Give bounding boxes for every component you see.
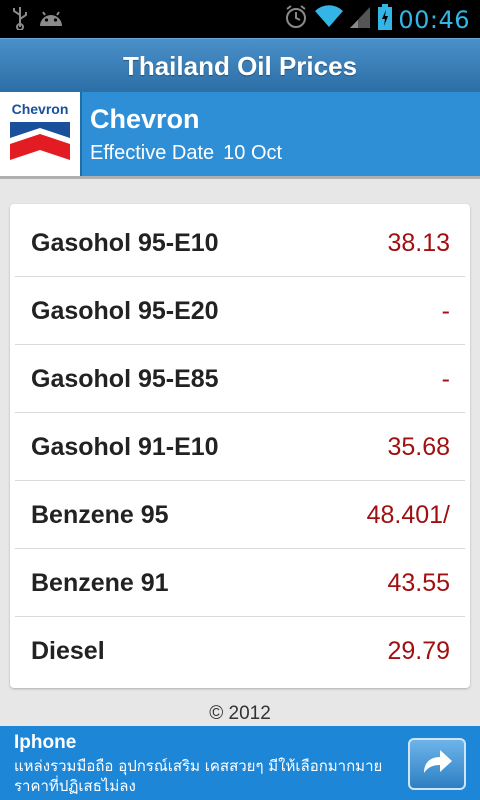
battery-charging-icon [378,4,393,35]
list-item[interactable]: Benzene 91 43.55 [15,549,465,617]
list-item[interactable]: Gasohol 95-E85 - [15,345,465,413]
svg-text:Chevron: Chevron [12,101,69,117]
ad-title: Iphone [14,732,77,753]
fuel-price: 43.55 [387,569,450,597]
fuel-name: Benzene 95 [31,501,169,529]
fuel-price: 29.79 [387,637,450,665]
fuel-name: Gasohol 95-E20 [31,297,219,325]
fuel-price: - [441,297,450,325]
fuel-price: 48.401/ [366,501,450,529]
list-item[interactable]: Gasohol 91-E10 35.68 [15,413,465,481]
ad-description: แหล่งรวมมือถือ อุปกรณ์เสริม เคสสวยๆ มีให… [14,757,383,795]
wifi-icon [314,5,344,34]
ad-banner[interactable]: Iphone แหล่งรวมมือถือ อุปกรณ์เสริม เคสสว… [0,726,480,800]
copyright: © 2012 [209,703,271,724]
alarm-icon [284,4,308,35]
brand-name: Chevron [90,104,200,134]
usb-icon [12,6,28,35]
effective-date-label: Effective Date [90,142,215,164]
status-bar: 00:46 [0,0,480,38]
fuel-price: 35.68 [387,433,450,461]
fuel-price: 38.13 [387,229,450,257]
fuel-price: - [441,365,450,393]
android-icon [38,8,64,33]
action-bar: Thailand Oil Prices [0,38,480,92]
list-item[interactable]: Gasohol 95-E10 38.13 [15,209,465,277]
effective-date: Effective Date 10 Oct [90,142,282,165]
list-item[interactable]: Gasohol 95-E20 - [15,277,465,345]
chevron-logo: Chevron [0,92,82,176]
list-item[interactable]: Diesel 29.79 [15,617,465,685]
price-list: Gasohol 95-E10 38.13 Gasohol 95-E20 - Ga… [10,204,470,688]
ad-open-button[interactable] [408,738,466,790]
signal-icon [350,5,372,34]
brand-header: Chevron Chevron Effective Date 10 Oct [0,92,480,176]
fuel-name: Gasohol 95-E85 [31,365,219,393]
share-arrow-icon [420,747,454,782]
effective-date-value: 10 Oct [223,142,283,164]
fuel-name: Gasohol 95-E10 [31,229,219,257]
list-item[interactable]: Benzene 95 48.401/ [15,481,465,549]
fuel-name: Benzene 91 [31,569,169,597]
clock: 00:46 [398,5,470,34]
page-title: Thailand Oil Prices [122,51,358,81]
fuel-name: Diesel [31,637,105,665]
fuel-name: Gasohol 91-E10 [31,433,219,461]
divider [0,176,480,179]
